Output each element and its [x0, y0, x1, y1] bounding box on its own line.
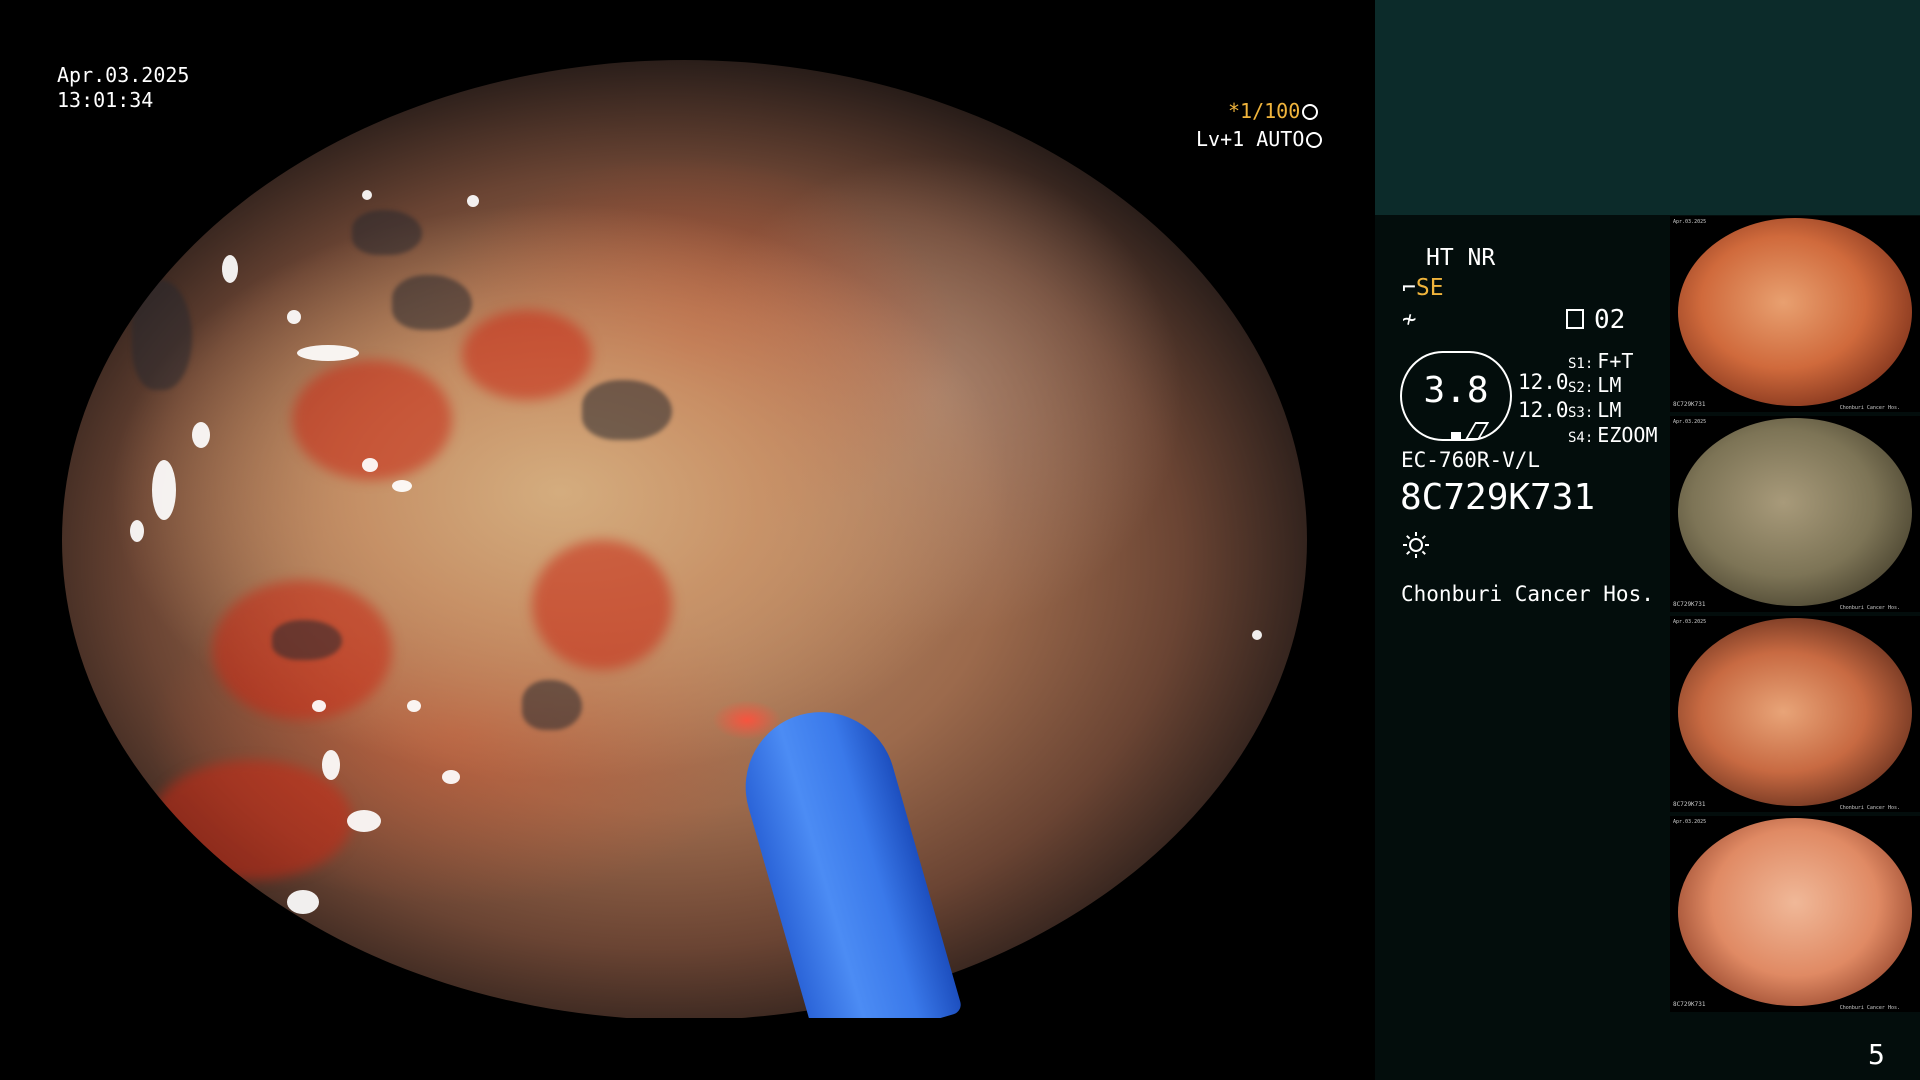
- thumbnail-date: Apr.03.2025: [1673, 819, 1707, 825]
- shutter-speed-text: *1/100: [1228, 99, 1301, 123]
- switch-setting-1: S1: F+T: [1568, 349, 1633, 373]
- thumbnail-date: Apr.03.2025: [1673, 419, 1707, 425]
- thumbnail-image: [1678, 818, 1912, 1006]
- time-text: 13:01:34: [57, 88, 154, 112]
- thumbnail-3[interactable]: Apr.03.2025 8C729K731 Chonburi Cancer Ho…: [1670, 616, 1920, 812]
- thumbnail-2[interactable]: Apr.03.2025 8C729K731 Chonburi Cancer Ho…: [1670, 416, 1920, 612]
- switch-setting-4: S4: EZOOM: [1568, 423, 1658, 447]
- page-number: 5: [1868, 1038, 1885, 1071]
- setting-value-1: 12.0: [1518, 370, 1569, 394]
- light-icon: [1403, 532, 1429, 558]
- switch-key: S2:: [1568, 380, 1594, 396]
- image-mask-bottom: [0, 1018, 1375, 1080]
- level-text: Lv+1 AUTO: [1196, 127, 1305, 151]
- shutter-icon: [1302, 104, 1319, 120]
- endoscopic-image: [62, 60, 1307, 1020]
- shutter-speed: *1/100: [1228, 99, 1319, 123]
- scope-serial: 8C729K731: [1400, 477, 1596, 518]
- se-row: ⌐SE: [1402, 275, 1444, 301]
- thumbnail-4[interactable]: Apr.03.2025 8C729K731 Chonburi Cancer Ho…: [1670, 816, 1920, 1012]
- thumbnail-image: [1678, 218, 1912, 406]
- thumbnail-serial: 8C729K731: [1673, 601, 1706, 608]
- thumbnail-serial: 8C729K731: [1673, 801, 1706, 808]
- level-icon: [1306, 132, 1323, 148]
- switch-key: S1:: [1568, 356, 1594, 372]
- thumbnail-serial: 8C729K731: [1673, 1001, 1706, 1008]
- image-mask-top: [0, 0, 1375, 60]
- thumbnail-serial: 8C729K731: [1673, 401, 1706, 408]
- setting-value-2: 12.0: [1518, 398, 1569, 422]
- thumbnail-hospital: Chonburi Cancer Hos.: [1839, 805, 1900, 811]
- thumbnail-hospital: Chonburi Cancer Hos.: [1839, 405, 1900, 411]
- ht-nr-label: HT NR: [1426, 245, 1496, 271]
- memory-value: 02: [1594, 305, 1626, 335]
- switch-key: S4:: [1568, 430, 1594, 446]
- iris-value: 3.8: [1423, 370, 1489, 411]
- thumbnail-image: [1678, 618, 1912, 806]
- switch-key: S3:: [1568, 405, 1594, 421]
- brightness-level: Lv+1 AUTO: [1196, 127, 1323, 151]
- thumbnail-date: Apr.03.2025: [1673, 219, 1707, 225]
- switch-value: EZOOM: [1597, 423, 1658, 447]
- memory-icon: [1566, 309, 1584, 329]
- switch-setting-2: S2: LM: [1568, 373, 1621, 397]
- enhance-icon: ≁: [1402, 305, 1417, 333]
- date-text: Apr.03.2025: [57, 63, 190, 87]
- scope-model: EC-760R-V/L: [1401, 448, 1541, 472]
- switch-value: LM: [1597, 373, 1622, 397]
- structure-enhance-icon: ⌐: [1402, 275, 1416, 301]
- thumbnail-hospital: Chonburi Cancer Hos.: [1839, 1005, 1900, 1011]
- switch-setting-3: S3: LM: [1568, 398, 1621, 422]
- thumbnail-date: Apr.03.2025: [1673, 619, 1707, 625]
- hospital-name: Chonburi Cancer Hos.: [1401, 582, 1654, 606]
- thumbnail-image: [1678, 418, 1912, 606]
- switch-value: LM: [1597, 398, 1622, 422]
- switch-value: F+T: [1597, 349, 1634, 373]
- thumbnail-1[interactable]: Apr.03.2025 8C729K731 Chonburi Cancer Ho…: [1670, 216, 1920, 412]
- thumbnail-hospital: Chonburi Cancer Hos.: [1839, 605, 1900, 611]
- iris-bar-icon: [1451, 432, 1461, 440]
- info-panel-header: [1375, 0, 1920, 215]
- se-label: SE: [1415, 275, 1444, 301]
